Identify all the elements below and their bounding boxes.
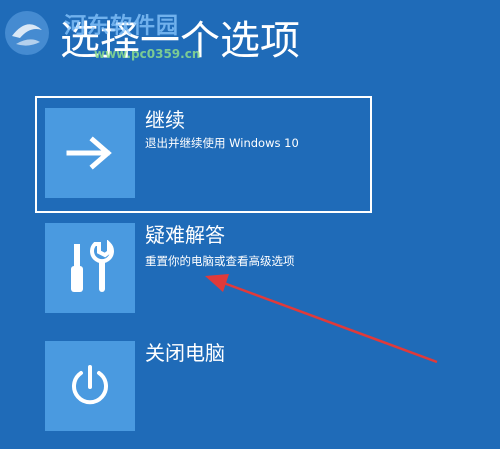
option-continue[interactable]: 继续 退出并继续使用 Windows 10 xyxy=(35,96,372,213)
power-icon xyxy=(72,365,108,405)
watermark-url: www.pc0359.cn xyxy=(94,47,201,61)
option-continue-title: 继续 xyxy=(145,108,185,132)
option-continue-tile[interactable] xyxy=(45,108,135,198)
arrow-right-icon xyxy=(66,136,112,170)
watermark-text: 河东软件园 xyxy=(64,14,180,39)
option-turn-off-tile[interactable] xyxy=(45,341,135,431)
option-troubleshoot-tile[interactable] xyxy=(45,223,135,313)
option-continue-description: 退出并继续使用 Windows 10 xyxy=(145,136,299,150)
annotation-arrow xyxy=(205,274,438,364)
tools-icon xyxy=(71,240,114,292)
option-troubleshoot-title: 疑难解答 xyxy=(145,223,225,247)
watermark-logo xyxy=(5,11,49,55)
option-troubleshoot-description: 重置你的电脑或查看高级选项 xyxy=(145,254,295,268)
